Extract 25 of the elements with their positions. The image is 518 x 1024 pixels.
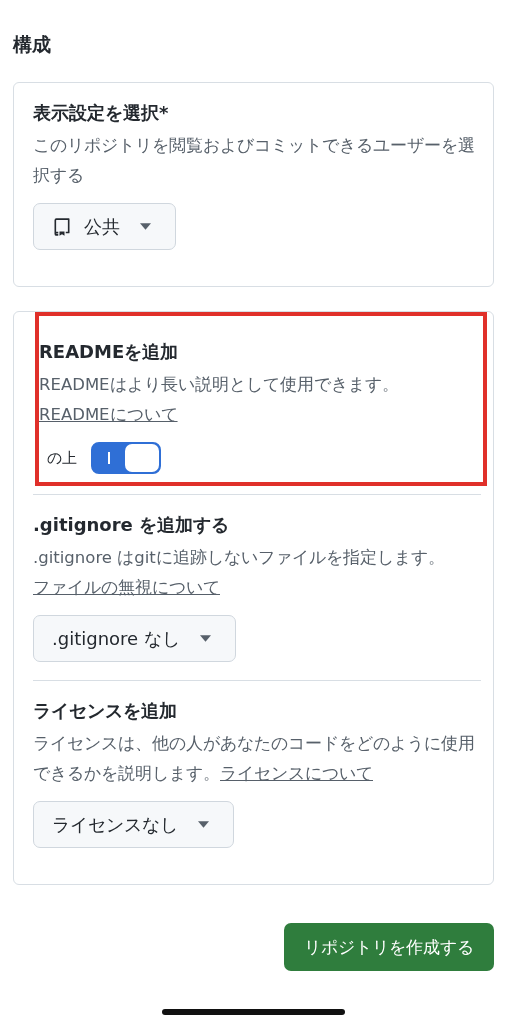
help-link[interactable]: ライセンスについて — [220, 764, 373, 783]
create-repository-button[interactable]: リポジトリを作成する — [284, 923, 494, 971]
book-icon — [52, 216, 72, 237]
description: .gitignore はgitに追跡しないファイルを指定します。 ファイルの無視について — [33, 547, 446, 599]
dropdown-value: ライセンスなし — [52, 812, 178, 837]
description: READMEはより長い説明として使用できます。 READMEについて — [39, 374, 400, 426]
dropdown-button[interactable]: ライセンスなし — [33, 801, 234, 848]
dropdown-value: 公共 — [84, 214, 120, 239]
dropdown-button[interactable]: .gitignore なし — [33, 615, 236, 662]
section-title: 構成 — [13, 32, 52, 57]
caret-icon — [198, 821, 209, 828]
help-link[interactable]: READMEについて — [39, 405, 178, 424]
section-heading: 表示設定を選択* — [33, 101, 170, 125]
help-link[interactable]: ファイルの無視について — [33, 578, 220, 597]
section-heading: .gitignore を追加する — [33, 513, 231, 537]
dropdown-value: .gitignore なし — [52, 626, 180, 651]
caret-icon — [199, 635, 211, 642]
section-heading: ライセンスを追加 — [33, 699, 178, 723]
dropdown-button[interactable]: 公共 — [33, 203, 176, 250]
caret-icon — [140, 223, 151, 230]
toggle-switch[interactable] — [91, 442, 161, 474]
toggle-label: の上 — [47, 448, 77, 468]
section-heading: READMEを追加 — [39, 340, 180, 364]
description: このリポジトリを閲覧およびコミットできるユーザーを選択する — [33, 135, 476, 187]
description: ライセンスは、他の人があなたのコードをどのように使用できるかを説明します。ライセンスについて — [33, 733, 476, 785]
